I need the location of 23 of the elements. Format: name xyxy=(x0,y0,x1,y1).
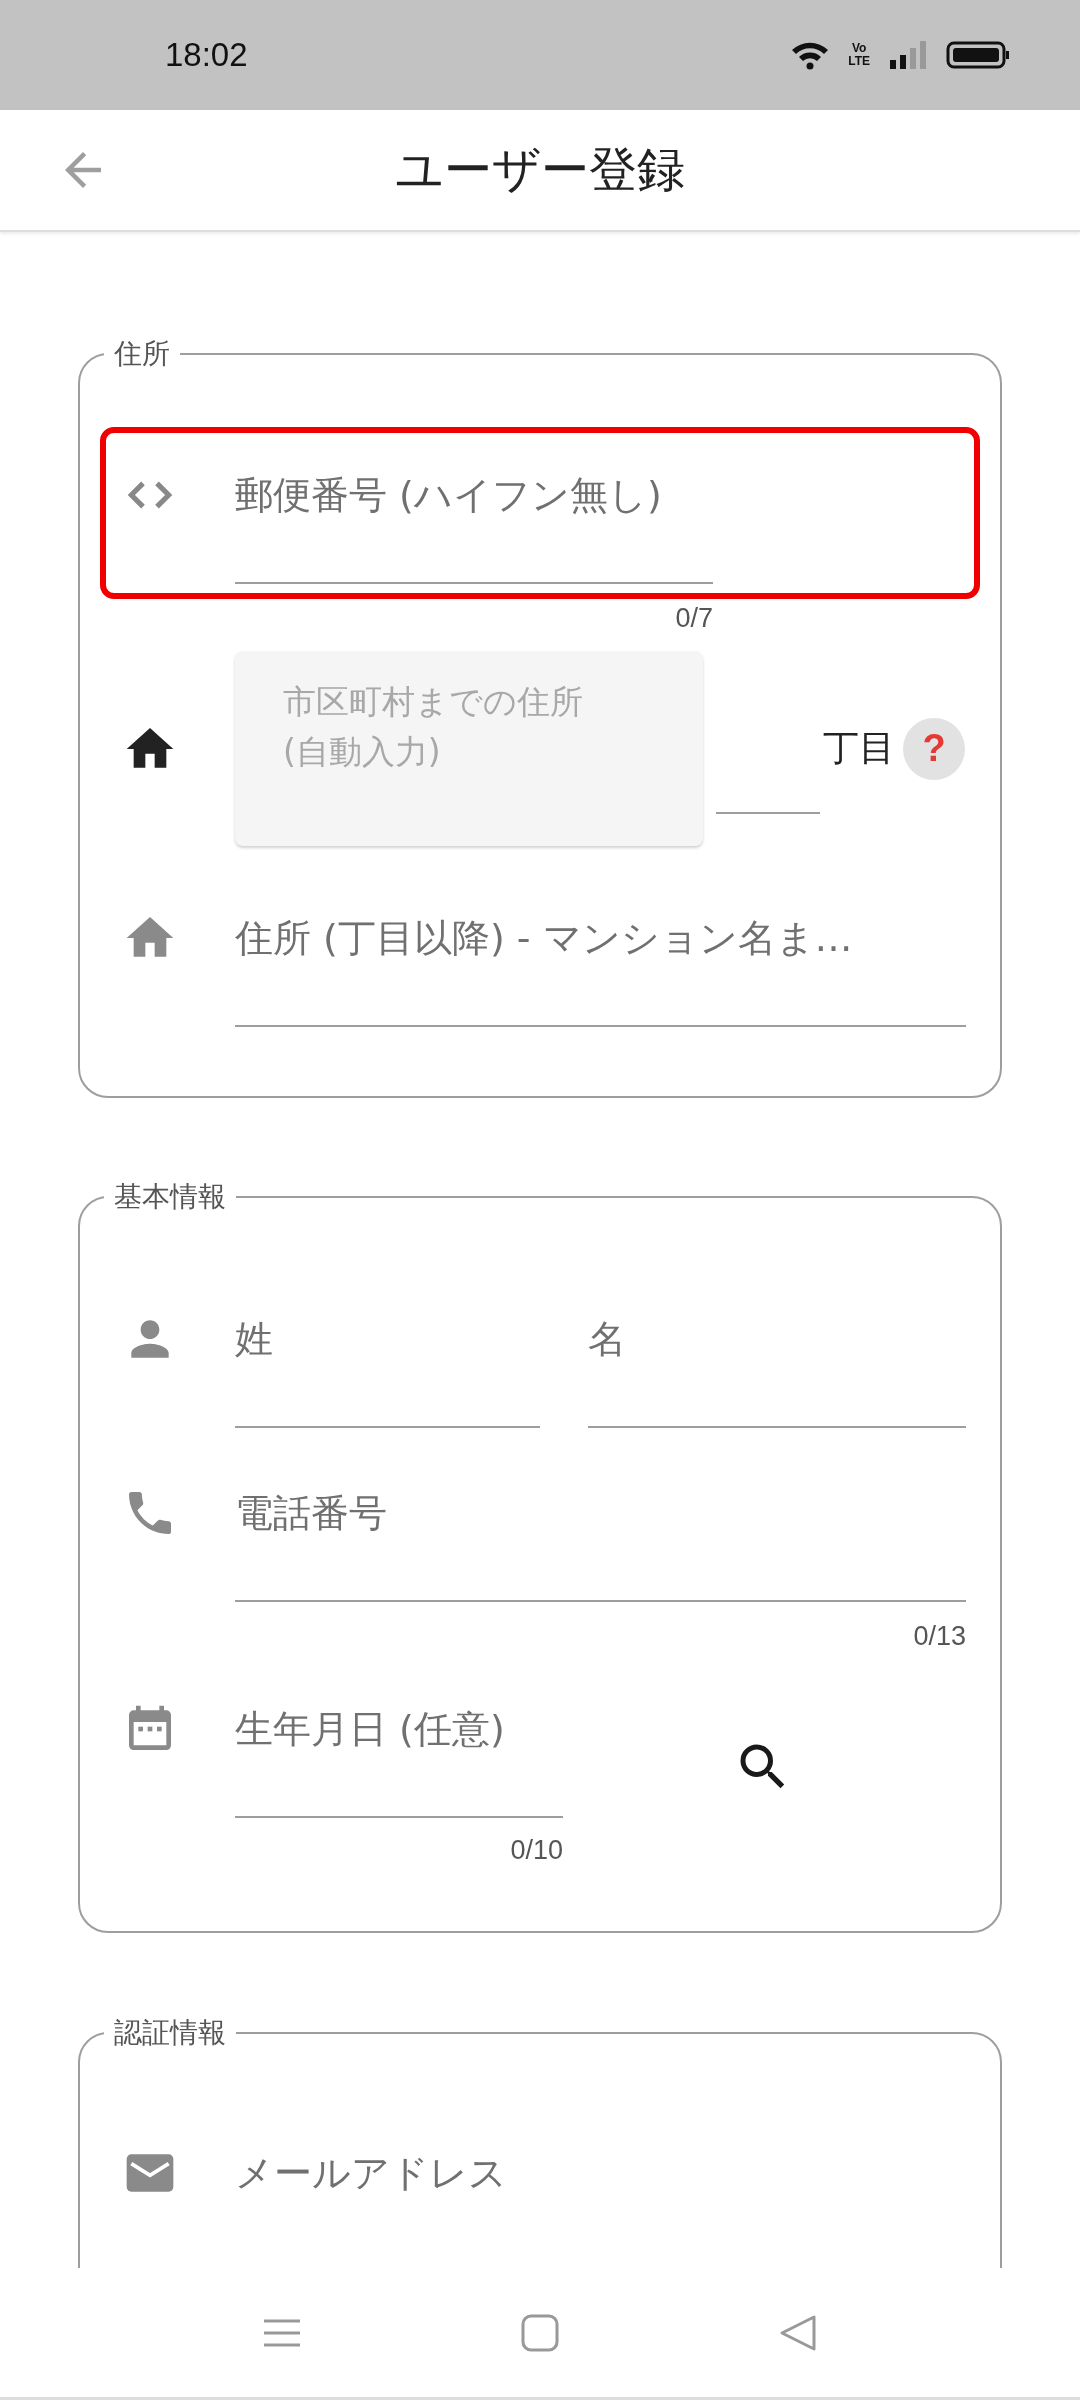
wifi-icon xyxy=(790,40,831,70)
disabled-field: 市区町村までの住所 (自動入力) xyxy=(235,651,703,846)
help-button[interactable]: ? xyxy=(903,717,965,780)
input-field[interactable]: 郵便番号 (ハイフン無し) xyxy=(235,433,713,584)
section-legend: 認証情報 xyxy=(104,2016,236,2050)
input-field[interactable]: メールアドレス xyxy=(235,2111,966,2219)
battery-icon xyxy=(946,40,1010,70)
volte-icon: Vo LTE xyxy=(848,42,870,68)
char-counter: 0/7 xyxy=(674,602,713,635)
signal-icon xyxy=(888,40,928,70)
input-field[interactable]: 住所 (丁目以降) - マンション名ま… xyxy=(235,864,966,1027)
section-legend: 基本情報 xyxy=(104,1180,236,1214)
home-square-icon[interactable] xyxy=(520,2312,560,2353)
input-field[interactable]: 姓 xyxy=(235,1277,540,1428)
input-field[interactable]: 電話番号 xyxy=(235,1451,966,1602)
clock: 18:02 xyxy=(165,36,248,74)
input-field[interactable]: 生年月日 (任意) xyxy=(235,1667,563,1818)
char-counter: 0/10 xyxy=(509,1834,563,1867)
input-field[interactable]: 名 xyxy=(588,1277,966,1428)
section-legend: 住所 xyxy=(104,337,180,371)
char-counter: 0/13 xyxy=(912,1620,966,1653)
screen-title: ユーザー登録 xyxy=(395,140,685,199)
field-suffix: 丁目 xyxy=(823,726,895,770)
